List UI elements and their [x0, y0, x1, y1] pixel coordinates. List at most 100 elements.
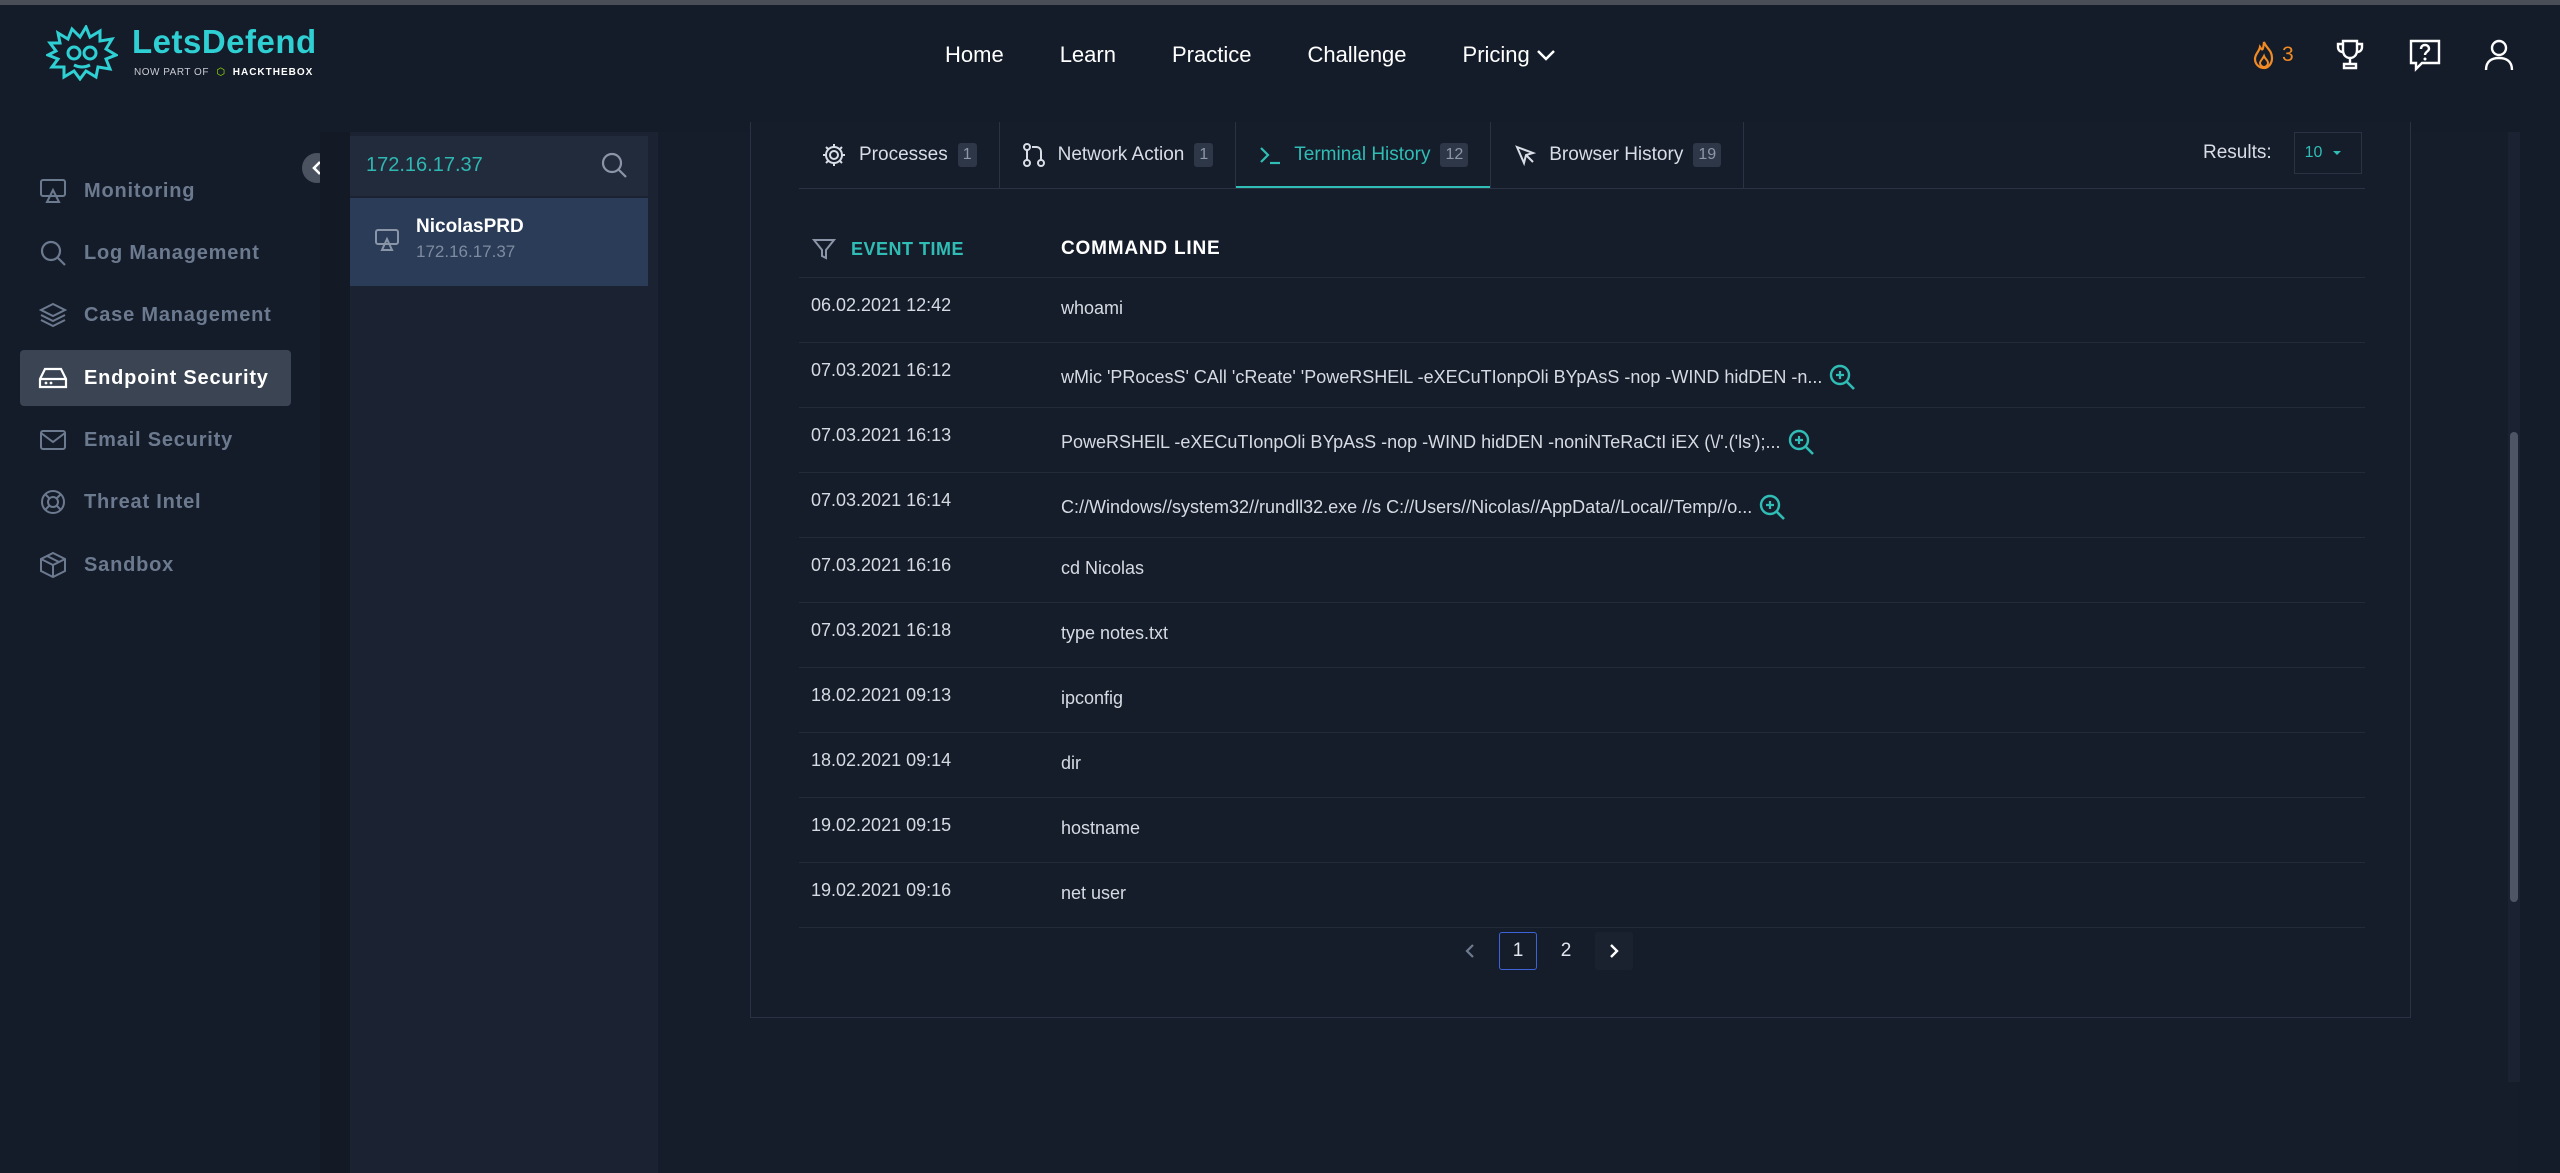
host-list-scrollbar[interactable]	[648, 132, 658, 1173]
zoom-in-icon[interactable]	[1758, 493, 1786, 521]
page-number: 1	[1512, 940, 1524, 961]
table-row[interactable]: 07.03.2021 16:18 type notes.txt	[799, 603, 2365, 668]
sidebar-item-sandbox[interactable]: Sandbox	[20, 537, 291, 593]
command-text: dir	[1061, 753, 1082, 773]
streak-count: 3	[2282, 43, 2294, 66]
tabs-divider	[799, 188, 2365, 189]
host-ip: 172.16.17.37	[416, 242, 516, 261]
brand-logo[interactable]: LetsDefend NOW PART OF ⬡ HACKTHEBOX	[46, 23, 326, 83]
brand-name: LetsDefend	[132, 23, 317, 60]
event-time: 18.02.2021 09:13	[811, 685, 952, 705]
tab-count-badge: 12	[1440, 143, 1469, 167]
sidebar-item-log-management[interactable]: Log Management	[20, 225, 291, 281]
header-actions: 3	[2250, 33, 2556, 77]
prev-page-button[interactable]	[1451, 932, 1489, 970]
tagline-prefix: NOW PART OF	[134, 67, 209, 78]
help-button[interactable]	[2408, 38, 2442, 72]
main-nav: Home Learn Practice Challenge Pricing	[945, 35, 1612, 75]
nav-home-label: Home	[945, 42, 1004, 67]
column-command-line: COMMAND LINE	[1061, 238, 1221, 259]
sidebar-item-label: Sandbox	[84, 553, 175, 576]
nav-practice[interactable]: Practice	[1172, 42, 1251, 68]
host-list-item[interactable]: NicolasPRD 172.16.17.37	[350, 198, 648, 286]
page-button-1[interactable]: 1	[1499, 932, 1537, 970]
command-line: cd Nicolas	[1061, 558, 1144, 579]
command-line: net user	[1061, 883, 1126, 904]
nav-home[interactable]: Home	[945, 42, 1004, 68]
cursor-icon	[1515, 145, 1537, 167]
sidebar-item-monitoring[interactable]: Monitoring	[20, 163, 291, 219]
table-row[interactable]: 19.02.2021 09:15 hostname	[799, 798, 2365, 863]
table-row[interactable]: 07.03.2021 16:16 cd Nicolas	[799, 538, 2365, 603]
table-row[interactable]: 07.03.2021 16:13 PoweRSHElL -eXECuTIonpOl…	[799, 408, 2365, 473]
sidebar-item-endpoint-security[interactable]: Endpoint Security	[20, 350, 291, 406]
command-text: PoweRSHElL -eXECuTIonpOli BYpAsS -nop -W…	[1061, 431, 1781, 452]
table-row[interactable]: 18.02.2021 09:13 ipconfig	[799, 668, 2365, 733]
results-select[interactable]: 10	[2293, 132, 2362, 174]
results-value: 10	[2304, 144, 2323, 161]
logo-mascot-icon	[46, 25, 118, 81]
table-row[interactable]: 18.02.2021 09:14 dir	[799, 733, 2365, 798]
command-line: type notes.txt	[1061, 623, 1168, 644]
table-row[interactable]: 07.03.2021 16:14 C://Windows//system32//r…	[799, 473, 2365, 538]
streak-counter[interactable]: 3	[2250, 40, 2294, 70]
fire-icon	[2253, 41, 2274, 70]
tab-processes[interactable]: Processes 1	[799, 122, 1000, 188]
next-page-button[interactable]	[1595, 932, 1633, 970]
nav-learn[interactable]: Learn	[1060, 42, 1116, 68]
command-text: net user	[1061, 883, 1127, 903]
sidebar-item-label: Case Management	[84, 303, 272, 326]
event-time: 07.03.2021 16:12	[811, 360, 952, 380]
command-line: wMic 'PRocesS' CAll 'cReate' 'PoweRSHElL…	[1061, 363, 1856, 391]
nav-practice-label: Practice	[1171, 42, 1252, 67]
gear-icon	[823, 144, 845, 166]
monitor-icon	[38, 176, 68, 206]
sidebar-item-threat-intel[interactable]: Threat Intel	[20, 474, 291, 530]
search-icon[interactable]	[600, 151, 628, 184]
htb-cube-icon: ⬡	[216, 67, 226, 78]
box-icon	[38, 550, 68, 580]
terminal-icon	[1260, 147, 1281, 165]
host-search-input[interactable]: 172.16.17.37	[350, 136, 648, 196]
tab-browser-history[interactable]: Browser History 19	[1491, 122, 1745, 188]
command-line: C://Windows//system32//rundll32.exe //s …	[1061, 493, 1786, 521]
main-content: Processes 1 Network Action 1 Terminal Hi…	[658, 122, 2518, 1173]
nav-pricing[interactable]: Pricing	[1463, 42, 1556, 68]
chevron-right-icon	[1610, 944, 1619, 958]
chevron-down-icon	[1536, 50, 1555, 61]
detail-tabs: Processes 1 Network Action 1 Terminal Hi…	[799, 122, 1745, 189]
zoom-in-icon[interactable]	[1828, 363, 1856, 391]
sidebar-item-email-security[interactable]: Email Security	[20, 412, 291, 468]
scrollbar-thumb[interactable]	[2510, 432, 2518, 902]
event-time: 07.03.2021 16:18	[811, 620, 952, 640]
right-margin	[2520, 132, 2560, 1173]
nav-challenge[interactable]: Challenge	[1307, 42, 1406, 68]
tagline-brand: HACKTHEBOX	[232, 67, 314, 78]
filter-icon[interactable]	[811, 236, 837, 262]
page-button-2[interactable]: 2	[1547, 932, 1585, 970]
event-time: 06.02.2021 12:42	[811, 295, 952, 315]
hard-drive-icon	[38, 363, 68, 393]
command-line: dir	[1061, 753, 1081, 774]
event-time: 07.03.2021 16:14	[811, 490, 952, 510]
table-row[interactable]: 19.02.2021 09:16 net user	[799, 863, 2365, 928]
table-row[interactable]: 07.03.2021 16:12 wMic 'PRocesS' CAll 'cRe…	[799, 343, 2365, 408]
tab-terminal-history[interactable]: Terminal History 12	[1236, 122, 1492, 189]
zoom-in-icon[interactable]	[1787, 428, 1815, 456]
leaderboard-button[interactable]	[2334, 38, 2366, 72]
user-icon	[2484, 39, 2513, 71]
sidebar-item-label: Threat Intel	[84, 490, 202, 513]
nav-pricing-label: Pricing	[1462, 42, 1530, 67]
sidebar-divider	[320, 132, 350, 1173]
tab-network-action[interactable]: Network Action 1	[1000, 122, 1237, 188]
column-event-time[interactable]: EVENT TIME	[811, 236, 964, 262]
column-header-label: EVENT TIME	[851, 238, 965, 259]
host-list-panel: 172.16.17.37 NicolasPRD 172.16.17.37	[350, 132, 648, 1173]
command-line: hostname	[1061, 818, 1140, 839]
endpoint-details-card: Processes 1 Network Action 1 Terminal Hi…	[750, 122, 2411, 1018]
profile-button[interactable]	[2484, 39, 2514, 71]
table-row[interactable]: 06.02.2021 12:42 whoami	[799, 278, 2365, 343]
tab-label: Processes	[859, 144, 948, 165]
main-scrollbar[interactable]	[2508, 132, 2520, 1082]
sidebar-item-case-management[interactable]: Case Management	[20, 287, 291, 343]
